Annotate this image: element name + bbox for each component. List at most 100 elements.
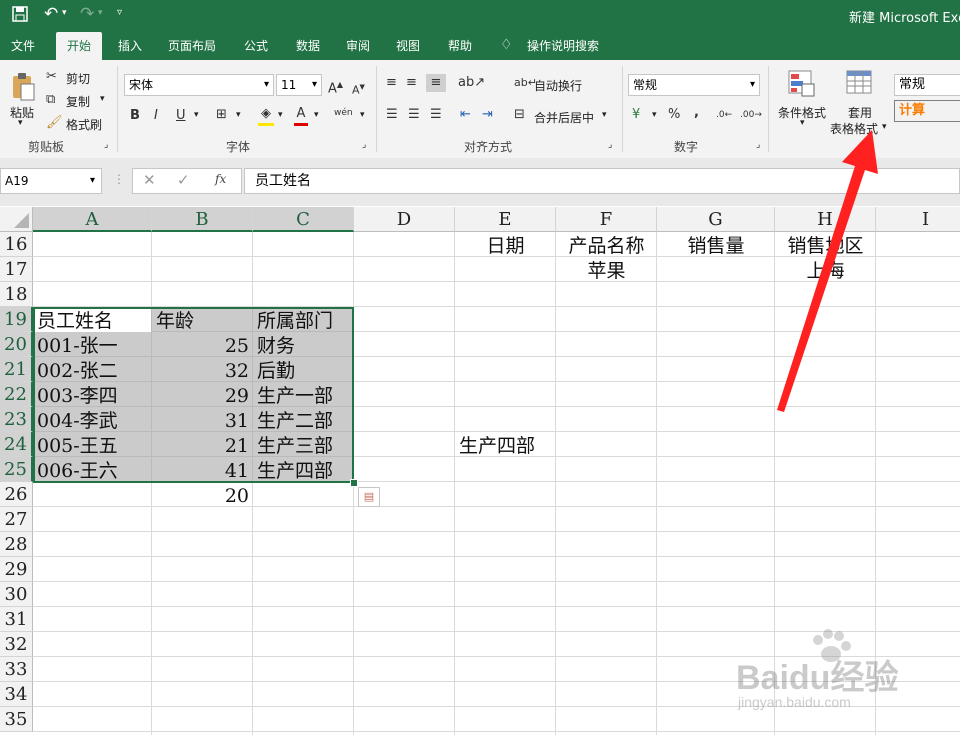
row-header[interactable]: 30: [0, 582, 33, 607]
cell-a24[interactable]: 005-王五: [33, 434, 152, 459]
fill-color-dropdown-icon[interactable]: ▾: [278, 110, 283, 120]
undo-dropdown-icon[interactable]: ▾: [62, 8, 67, 18]
cell-c24[interactable]: 生产三部: [253, 434, 354, 459]
alignment-dialog-launcher-icon[interactable]: ⌟: [608, 140, 612, 150]
cell-b25[interactable]: 41: [152, 459, 253, 484]
row-header[interactable]: 22: [0, 382, 33, 407]
cell-f17[interactable]: 苹果: [556, 259, 657, 284]
merge-dropdown-icon[interactable]: ▾: [602, 110, 607, 120]
cell-c20[interactable]: 财务: [253, 334, 354, 359]
tab-formulas[interactable]: 公式: [236, 32, 276, 60]
name-box[interactable]: A19 ▾: [0, 168, 102, 194]
font-name-select[interactable]: 宋体 ▾: [124, 74, 274, 96]
percent-style-button[interactable]: %: [668, 106, 680, 124]
tab-review[interactable]: 审阅: [338, 32, 378, 60]
increase-decimal-icon[interactable]: .0←: [716, 106, 732, 124]
cell-g16[interactable]: 销售量: [657, 234, 775, 259]
phonetic-guide-icon[interactable]: wén: [334, 104, 353, 122]
row-header[interactable]: 32: [0, 632, 33, 657]
cut-icon[interactable]: ✂: [46, 68, 57, 86]
row-header[interactable]: 29: [0, 557, 33, 582]
cell-b24[interactable]: 21: [152, 434, 253, 459]
format-as-table-label-1[interactable]: 套用: [848, 104, 872, 121]
redo-dropdown-icon[interactable]: ▾: [98, 8, 103, 18]
accounting-dropdown-icon[interactable]: ▾: [652, 110, 657, 120]
comma-style-button[interactable]: ,: [694, 104, 699, 122]
row-header[interactable]: 28: [0, 532, 33, 557]
accounting-format-icon[interactable]: ¥: [632, 106, 640, 124]
cell-c25[interactable]: 生产四部: [253, 459, 354, 484]
format-as-table-icon[interactable]: [846, 70, 874, 98]
increase-font-size-icon[interactable]: A▲: [328, 76, 343, 98]
align-center-icon[interactable]: ☰: [408, 106, 420, 124]
cell-b23[interactable]: 31: [152, 409, 253, 434]
decrease-indent-icon[interactable]: ⇤: [460, 106, 471, 124]
wrap-text-button[interactable]: 自动换行: [534, 77, 582, 94]
merge-center-icon[interactable]: ⊟: [514, 106, 525, 124]
underline-button[interactable]: U: [176, 107, 186, 125]
column-header-a[interactable]: A: [33, 207, 152, 232]
font-dialog-launcher-icon[interactable]: ⌟: [362, 140, 366, 150]
save-icon[interactable]: [12, 6, 28, 22]
font-color-icon[interactable]: A: [294, 105, 308, 126]
cancel-icon[interactable]: ✕: [143, 171, 156, 189]
cell-c19[interactable]: 所属部门: [253, 309, 354, 334]
row-header[interactable]: 21: [0, 357, 33, 382]
row-header[interactable]: 19: [0, 307, 33, 332]
redo-icon[interactable]: ↷: [80, 4, 94, 24]
cell-a21[interactable]: 002-张二: [33, 359, 152, 384]
customize-toolbar-icon[interactable]: ▿: [117, 7, 122, 18]
orientation-icon[interactable]: ab↗: [458, 74, 485, 92]
borders-icon[interactable]: ⊞: [216, 106, 227, 124]
format-painter-icon[interactable]: 🖌: [46, 114, 63, 132]
row-header[interactable]: 35: [0, 707, 33, 732]
cell-a25[interactable]: 006-王六: [33, 459, 152, 484]
number-format-select[interactable]: 常规 ▾: [628, 74, 760, 96]
paste-icon[interactable]: [10, 72, 36, 102]
row-header[interactable]: 27: [0, 507, 33, 532]
tab-insert[interactable]: 插入: [108, 32, 152, 60]
align-top-icon[interactable]: ≡: [386, 74, 397, 92]
paste-dropdown-icon[interactable]: ▾: [18, 118, 23, 128]
cell-f16[interactable]: 产品名称: [556, 234, 657, 259]
cell-e16[interactable]: 日期: [455, 234, 556, 259]
copy-dropdown-icon[interactable]: ▾: [100, 94, 105, 104]
undo-icon[interactable]: ↶: [44, 4, 58, 24]
underline-dropdown-icon[interactable]: ▾: [194, 110, 199, 120]
cell-b26[interactable]: 20: [152, 484, 253, 509]
italic-button[interactable]: I: [154, 107, 158, 125]
row-header[interactable]: 24: [0, 432, 33, 457]
tell-me-search[interactable]: 操作说明搜索: [520, 32, 606, 60]
fill-color-icon[interactable]: ◈: [258, 105, 274, 126]
decrease-font-size-icon[interactable]: A▼: [352, 78, 365, 100]
row-header[interactable]: 26: [0, 482, 33, 507]
cell-a19[interactable]: 员工姓名: [33, 309, 152, 334]
column-header-g[interactable]: G: [657, 207, 775, 232]
merge-center-button[interactable]: 合并后居中: [534, 109, 594, 126]
quick-analysis-icon[interactable]: ▤: [358, 487, 380, 507]
cell-style-calculation[interactable]: 计算: [894, 100, 960, 122]
cell-b22[interactable]: 29: [152, 384, 253, 409]
row-header[interactable]: 20: [0, 332, 33, 357]
tab-file[interactable]: 文件: [0, 32, 46, 60]
cell-a22[interactable]: 003-李四: [33, 384, 152, 409]
cell-e24[interactable]: 生产四部: [455, 434, 556, 459]
clipboard-dialog-launcher-icon[interactable]: ⌟: [104, 140, 108, 150]
cell-b20[interactable]: 25: [152, 334, 253, 359]
font-size-select[interactable]: 11 ▾: [276, 74, 322, 96]
row-header[interactable]: 33: [0, 657, 33, 682]
cell-a20[interactable]: 001-张一: [33, 334, 152, 359]
decrease-decimal-icon[interactable]: .00→: [740, 106, 762, 124]
enter-icon[interactable]: ✓: [177, 171, 190, 189]
align-left-icon[interactable]: ☰: [386, 106, 398, 124]
cell-b21[interactable]: 32: [152, 359, 253, 384]
borders-dropdown-icon[interactable]: ▾: [236, 110, 241, 120]
row-header[interactable]: 34: [0, 682, 33, 707]
format-painter-button[interactable]: 格式刷: [66, 116, 102, 133]
cut-button[interactable]: 剪切: [66, 70, 90, 87]
cell-c23[interactable]: 生产二部: [253, 409, 354, 434]
align-right-icon[interactable]: ☰: [430, 106, 442, 124]
column-header-f[interactable]: F: [556, 207, 657, 232]
row-header[interactable]: 31: [0, 607, 33, 632]
row-header[interactable]: 16: [0, 232, 33, 257]
